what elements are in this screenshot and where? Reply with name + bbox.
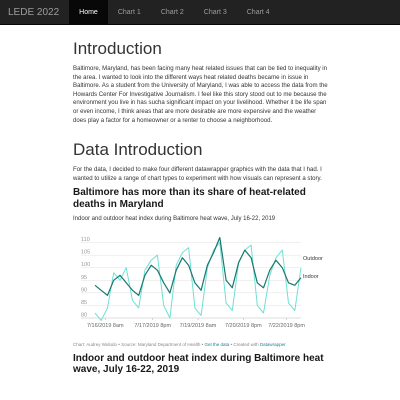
get-data-link[interactable]: Get the data <box>204 342 229 347</box>
nav-item-chart-2[interactable]: Chart 2 <box>151 0 194 24</box>
chart-description: Indoor and outdoor heat index during Bal… <box>73 216 276 223</box>
y-tick-label: 90 <box>81 288 87 294</box>
series-label-outdoor: Outdoor <box>303 257 323 263</box>
footer-created-with: Created with <box>233 342 259 348</box>
footer-chart-credit: Chart: Audrey Widodo <box>73 342 118 348</box>
x-tick-label: 7/19/2019 8am <box>180 323 217 329</box>
y-tick-label: 85 <box>81 300 87 306</box>
navbar: LEDE 2022 Home Chart 1 Chart 2 Chart 3 C… <box>0 0 400 25</box>
nav-item-chart-3[interactable]: Chart 3 <box>194 0 237 24</box>
nav-item-chart-1[interactable]: Chart 1 <box>108 0 151 24</box>
series-label-indoor: Indoor <box>303 274 319 280</box>
x-tick-label: 7/22/2019 8pm <box>268 323 305 329</box>
data-intro-heading: Data Introduction <box>73 140 203 160</box>
main-content: Introduction Baltimore, Maryland, has be… <box>73 24 328 375</box>
y-tick-label: 100 <box>81 263 90 269</box>
y-tick-label: 95 <box>81 275 87 281</box>
line-chart-svg: 80 85 90 95 100 105 110 7/16/2019 8am 7/17/2019 … <box>81 237 323 329</box>
heat-index-line-chart: 80 85 90 95 100 105 110 7/16/2019 8am 7/17/2019 … <box>73 226 328 340</box>
intro-heading: Introduction <box>73 39 162 58</box>
footer-source: Source: Maryland Department of Health <box>121 342 201 348</box>
x-tick-label: 7/16/2019 8am <box>87 323 124 329</box>
y-tick-label: 80 <box>81 313 87 319</box>
navbar-brand[interactable]: LEDE 2022 <box>8 0 69 24</box>
y-tick-label: 105 <box>81 250 90 256</box>
y-tick-label: 110 <box>81 237 90 243</box>
datawrapper-link[interactable]: Datawrapper <box>260 342 286 347</box>
x-tick-label: 7/20/2019 8pm <box>225 323 262 329</box>
chart-2-title: Indoor and outdoor heat index during Bal… <box>73 353 324 376</box>
series-line-indoor <box>94 237 302 297</box>
intro-paragraph: Baltimore, Maryland, has been facing man… <box>73 65 328 124</box>
nav-item-home[interactable]: Home <box>69 0 108 24</box>
x-tick-label: 7/17/2019 8pm <box>134 323 171 329</box>
chart-footer: Chart: Audrey Widodo • Source: Maryland … <box>73 342 286 348</box>
data-intro-paragraph: For the data, I decided to make four dif… <box>73 166 322 182</box>
chart-title: Baltimore has more than its share of hea… <box>73 187 306 211</box>
nav-item-chart-4[interactable]: Chart 4 <box>237 0 280 24</box>
